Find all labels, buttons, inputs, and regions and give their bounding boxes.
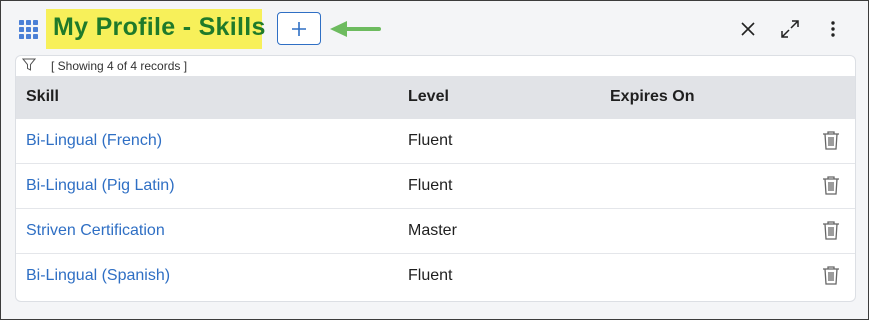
skill-level: Fluent <box>408 132 453 149</box>
trash-icon[interactable] <box>822 130 840 150</box>
column-header-expires-on[interactable]: Expires On <box>610 88 694 106</box>
skill-link[interactable]: Bi-Lingual (French) <box>26 132 162 150</box>
skill-link[interactable]: Bi-Lingual (Spanish) <box>26 267 170 285</box>
trash-icon[interactable] <box>822 220 840 240</box>
page-title: My Profile - Skills <box>53 13 266 41</box>
skill-level: Fluent <box>408 177 453 194</box>
skill-link[interactable]: Striven Certification <box>26 222 165 240</box>
more-vertical-icon[interactable] <box>823 19 843 39</box>
skill-level: Master <box>408 222 457 239</box>
table-row: Bi-Lingual (Spanish) Fluent <box>16 254 855 299</box>
trash-icon[interactable] <box>822 265 840 285</box>
expand-icon[interactable] <box>780 19 800 39</box>
close-icon[interactable] <box>738 19 758 39</box>
column-header-skill[interactable]: Skill <box>26 88 59 106</box>
trash-icon[interactable] <box>822 175 840 195</box>
plus-icon <box>292 21 306 36</box>
arrow-annotation-icon <box>329 19 381 39</box>
skills-table-card: [ Showing 4 of 4 records ] Skill Level E… <box>15 55 856 302</box>
grid-icon[interactable] <box>19 20 38 39</box>
profile-skills-panel: My Profile - Skills [ Showing 4 of 4 rec… <box>0 0 869 320</box>
table-header: Skill Level Expires On <box>16 76 855 119</box>
column-header-level[interactable]: Level <box>408 88 449 106</box>
record-count: [ Showing 4 of 4 records ] <box>51 59 188 73</box>
skill-level: Fluent <box>408 267 453 284</box>
title-highlight: My Profile - Skills <box>46 9 265 49</box>
add-skill-button[interactable] <box>277 12 321 45</box>
record-bar: [ Showing 4 of 4 records ] <box>16 56 855 76</box>
table-row: Striven Certification Master <box>16 209 855 254</box>
table-row: Bi-Lingual (Pig Latin) Fluent <box>16 164 855 209</box>
filter-icon[interactable] <box>22 58 36 71</box>
table-row: Bi-Lingual (French) Fluent <box>16 119 855 164</box>
skill-link[interactable]: Bi-Lingual (Pig Latin) <box>26 177 175 195</box>
